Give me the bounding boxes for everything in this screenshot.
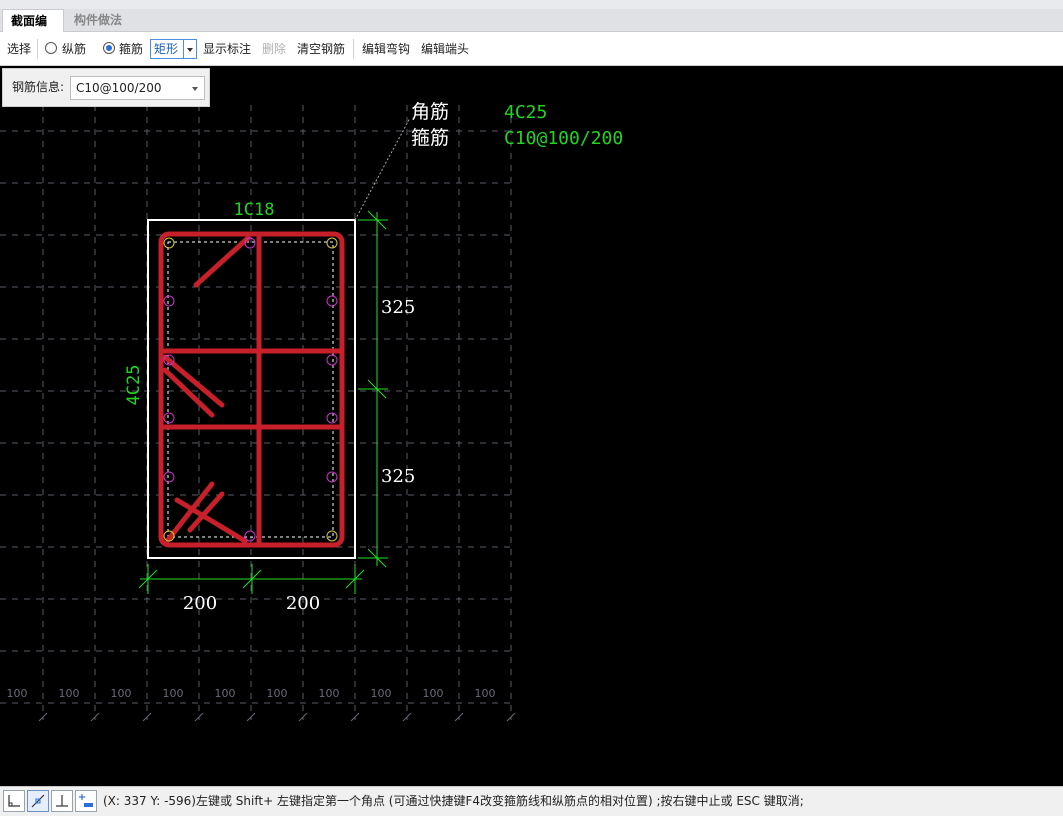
dim-right-2: 325 [381,466,415,487]
edit-end-button[interactable]: 编辑端头 [421,32,469,66]
tab-section-edit[interactable]: 截面编辑 [2,9,64,50]
grid-label: 100 [215,687,236,700]
line-snap-icon[interactable] [27,790,49,812]
grid-label: 100 [475,687,496,700]
dimension-snap-icon[interactable] [75,790,97,812]
longitudinal-radio[interactable] [45,42,57,54]
rebar-info-combo[interactable]: C10@100/200 [70,76,205,100]
shape-select-value: 矩形 [154,42,179,56]
title-strip [0,0,1063,9]
grid-label: 100 [423,687,444,700]
stirrup-radio-label[interactable]: 箍筋 [119,32,143,66]
chevron-down-icon[interactable] [183,40,196,58]
legend-stirrup-name: 箍筋 [411,127,449,149]
ortho-icon[interactable] [3,790,25,812]
grid-label: 100 [7,687,28,700]
dim-bottom-1: 200 [183,593,217,614]
top-bar-label: 1C18 [234,200,275,220]
toolbar: 选择 纵筋 箍筋 矩形 显示标注 删除 清空钢筋 编辑弯钩 编辑端头 [0,32,1063,66]
show-labels-button[interactable]: 显示标注 [203,32,251,66]
stirrup-radio[interactable] [103,42,115,54]
grid-label: 100 [371,687,392,700]
rebar-info-value: C10@100/200 [76,81,162,95]
tab-component-method[interactable]: 构件做法 [66,9,130,32]
toolbar-divider [353,39,354,59]
shape-select[interactable]: 矩形 [150,39,197,59]
toolbar-divider [37,39,38,59]
status-message: (X: 337 Y: -596)左键或 Shift+ 左键指定第一个角点 (可通… [103,794,804,808]
select-button[interactable]: 选择 [7,32,31,66]
edit-hook-button[interactable]: 编辑弯钩 [362,32,410,66]
chevron-down-icon[interactable] [192,87,198,91]
legend-stirrup-value: C10@100/200 [504,128,623,149]
delete-button[interactable]: 删除 [262,32,286,66]
grid-label: 100 [267,687,288,700]
legend-corner-name: 角筋 [411,101,449,123]
dim-right-1: 325 [381,297,415,318]
perpendicular-snap-icon[interactable] [51,790,73,812]
grid-label: 100 [111,687,132,700]
status-bar: (X: 337 Y: -596)左键或 Shift+ 左键指定第一个角点 (可通… [0,786,1063,816]
dim-bottom-2: 200 [286,593,320,614]
tab-bar: 截面编辑 构件做法 [0,0,1063,50]
legend-corner-value: 4C25 [504,102,547,123]
longitudinal-radio-label[interactable]: 纵筋 [62,32,86,66]
rebar-info-panel: 钢筋信息: C10@100/200 [2,68,210,107]
rebar-info-label: 钢筋信息: [12,80,65,94]
grid-label: 100 [319,687,340,700]
clear-rebar-button[interactable]: 清空钢筋 [297,32,345,66]
grid-label: 100 [163,687,184,700]
side-bar-label: 4C25 [124,365,144,406]
grid-label: 100 [59,687,80,700]
drawing-canvas[interactable]: 100 100 100 100 100 100 100 100 100 100 角筋 [0,0,1063,786]
